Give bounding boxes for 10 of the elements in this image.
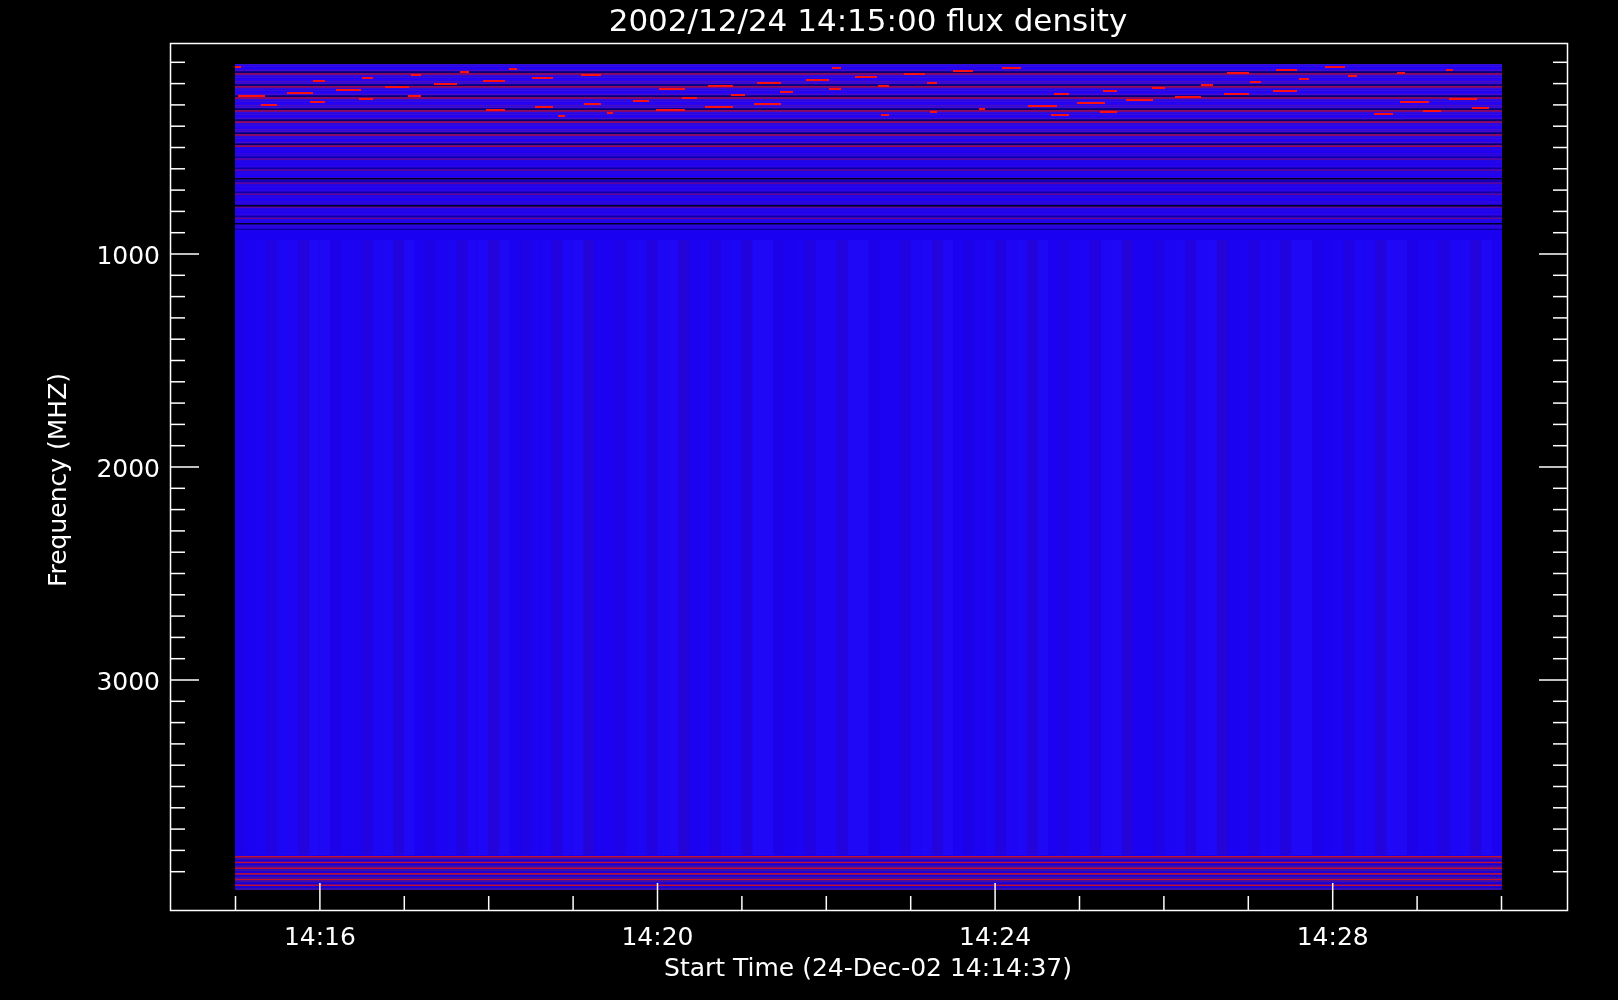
x-tick-label: 14:20 <box>621 922 694 951</box>
y-tick-label: 2000 <box>96 454 160 483</box>
y-tick-label: 1000 <box>96 241 160 270</box>
x-tick-label: 14:24 <box>959 922 1032 951</box>
chart-title: 2002/12/24 14:15:00 flux density <box>608 2 1128 38</box>
x-tick-label: 14:28 <box>1296 922 1369 951</box>
y-tick-label: 3000 <box>96 667 160 696</box>
x-axis-label: Start Time (24-Dec-02 14:14:37) <box>664 953 1072 982</box>
y-axis-label: Frequency (MHZ) <box>43 372 72 588</box>
x-tick-label: 14:16 <box>283 922 356 951</box>
